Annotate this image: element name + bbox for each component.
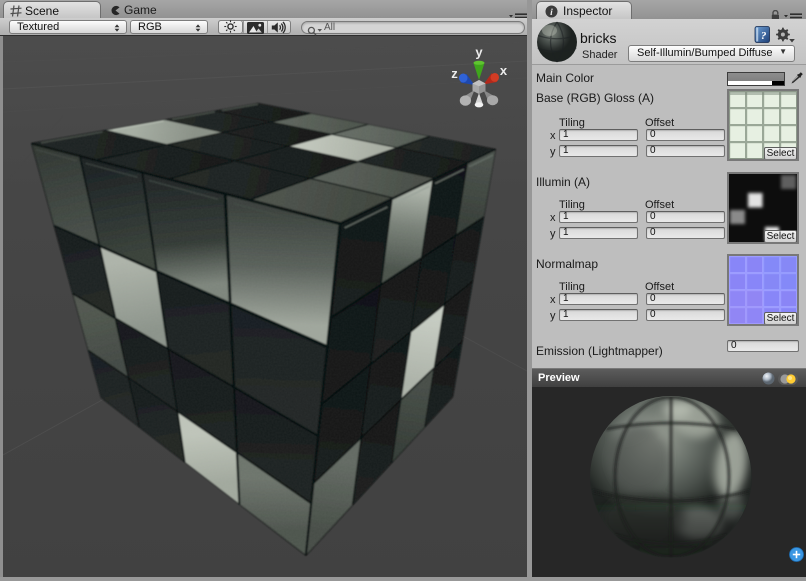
svg-text:i: i [550,8,553,18]
svg-text:?: ? [761,30,767,42]
svg-text:x: x [500,63,508,78]
svg-text:z: z [451,66,458,81]
svg-text:y: y [475,45,483,60]
